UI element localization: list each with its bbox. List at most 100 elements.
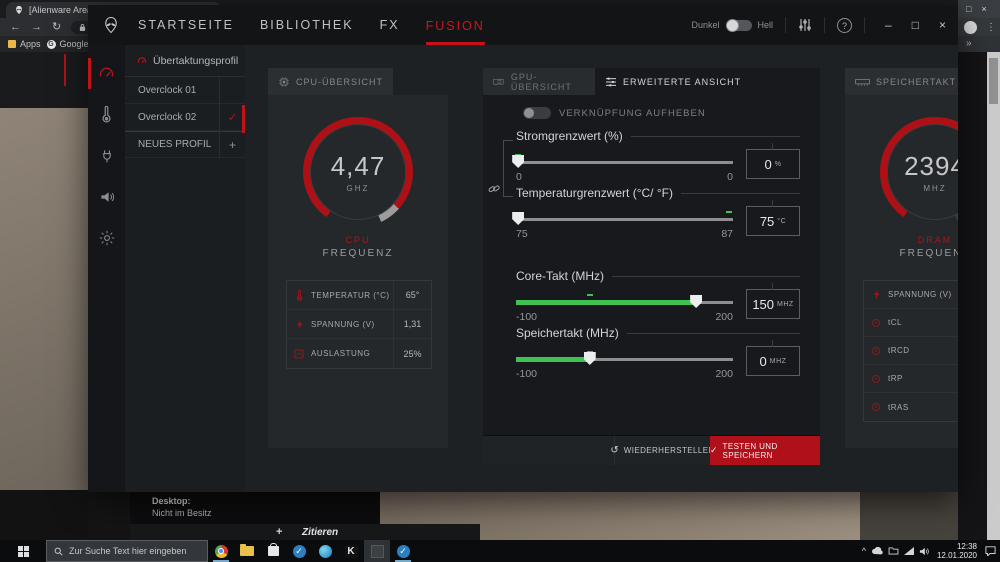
slider-handle[interactable] (512, 155, 524, 168)
close-button[interactable]: × (939, 18, 946, 32)
slider-value-box[interactable]: 150MHZ (746, 289, 800, 319)
slider-value: 0 (760, 354, 767, 369)
slider-handle[interactable] (584, 352, 596, 365)
taskbar-app-check[interactable]: ✓ (286, 540, 312, 562)
restore-button-behind[interactable]: □ (966, 4, 971, 14)
profile-overclock-02[interactable]: Overclock 02 ✓ (125, 104, 245, 131)
rail-power[interactable] (88, 135, 125, 176)
taskbar-chrome[interactable] (208, 540, 234, 562)
profile-overclock-01[interactable]: Overclock 01 (125, 77, 245, 104)
unlink-toggle[interactable] (523, 107, 551, 119)
unlink-toggle-knob[interactable] (524, 108, 534, 118)
gpu-overview-tab[interactable]: GPU-ÜBERSICHT (483, 68, 595, 95)
taskbar-app-check-2[interactable]: ✓ (390, 540, 416, 562)
bookmark-google[interactable]: G Google (47, 39, 89, 49)
taskbar-store[interactable] (260, 540, 286, 562)
forward-button[interactable]: → (31, 18, 42, 36)
rail-overclock[interactable] (88, 53, 125, 94)
minimize-button[interactable]: – (885, 18, 892, 32)
memory-clock-tab[interactable]: SPEICHERTAKT (845, 68, 958, 95)
page-image-left (0, 108, 88, 490)
theme-toggle-knob[interactable] (726, 19, 739, 32)
nav-bibliothek[interactable]: BIBLIOTHEK (260, 5, 354, 45)
profile-name: Overclock 01 (125, 85, 219, 96)
profiles-panel: Übertaktungsprofil Overclock 01 Overcloc… (125, 45, 245, 492)
onedrive-cloud-icon[interactable] (871, 547, 883, 555)
taskbar-k-app[interactable]: K (338, 540, 364, 562)
page-red-accent (64, 54, 66, 86)
profiles-header-label: Übertaktungsprofil (153, 55, 238, 67)
titlebar-right: Dunkel Hell ? – □ × (692, 17, 958, 33)
slider-value-box[interactable]: 0MHZ (746, 346, 800, 376)
slider-trackzone[interactable] (516, 352, 733, 366)
window-controls-behind: □ × (958, 0, 1000, 18)
volume-icon[interactable] (919, 547, 929, 556)
cite-button[interactable]: Zitieren (302, 527, 338, 538)
nav-fusion[interactable]: FUSION (426, 5, 485, 45)
restore-button[interactable]: ↺ WIEDERHERSTELLEN (614, 436, 710, 465)
equalizer-icon[interactable] (798, 18, 812, 32)
slider-track[interactable] (516, 218, 733, 221)
scrollbar-track[interactable] (987, 52, 1000, 540)
taskbar-edge[interactable] (312, 540, 338, 562)
slider-handle[interactable] (690, 295, 702, 308)
taskbar-awcc[interactable] (364, 540, 390, 562)
test-and-save-button[interactable]: ✓ TESTEN UND SPEICHERN (710, 436, 820, 465)
slider-track[interactable] (516, 301, 733, 304)
taskbar-search[interactable]: Zur Suche Text hier eingeben (46, 540, 208, 562)
slider-min: 75 (516, 228, 528, 240)
slider-track[interactable] (516, 358, 733, 361)
theme-toggle[interactable] (726, 20, 752, 31)
bookmark-apps[interactable]: Apps (8, 39, 41, 49)
k-app-icon: K (345, 545, 358, 558)
tray-chevron[interactable]: ^ (862, 546, 866, 556)
slider-min: 0 (516, 171, 522, 183)
slider-trackzone[interactable] (516, 295, 733, 309)
tray-folder-icon[interactable] (888, 547, 899, 555)
cpu-overview-tab[interactable]: CPU-ÜBERSICHT (268, 68, 393, 95)
panel-footer: ↺ WIEDERHERSTELLEN ✓ TESTEN UND SPEICHER… (483, 435, 820, 465)
memory-gauge-label: DRAM (845, 235, 958, 245)
nav-startseite[interactable]: STARTSEITE (138, 5, 234, 45)
advanced-view-tab[interactable]: ERWEITERTE ANSICHT (595, 68, 775, 95)
bookmarks-overflow-chevron[interactable]: » (958, 36, 1000, 52)
cpu-stat-voltage: SPANNUNG (V) 1,31 (287, 310, 431, 339)
slider-unit: °C (777, 218, 786, 225)
add-profile-button[interactable]: + (229, 138, 236, 152)
rail-audio[interactable] (88, 176, 125, 217)
expand-post-button[interactable]: + (276, 526, 282, 538)
clock-time: 12:38 (937, 542, 977, 551)
memory-stat-voltage: SPANNUNG (V) (864, 281, 958, 309)
slider-trackzone[interactable] (516, 212, 733, 226)
slider-handle[interactable] (512, 212, 524, 225)
slider-label: Stromgrenzwert (%) (516, 129, 623, 143)
taskbar-clock[interactable]: 12:38 12.01.2020 (934, 542, 980, 560)
start-button[interactable] (0, 540, 46, 562)
alienware-logo-icon (102, 16, 120, 34)
maximize-button[interactable]: □ (912, 18, 919, 32)
taskbar-explorer[interactable] (234, 540, 260, 562)
search-icon (54, 547, 63, 556)
slider-value-box[interactable]: 0% (746, 149, 800, 179)
browser-menu-icon[interactable]: ⋮ (986, 22, 996, 33)
slider-trackzone[interactable] (516, 155, 733, 169)
notification-center-icon[interactable] (985, 546, 996, 556)
reload-button[interactable]: ↻ (52, 18, 61, 36)
avatar[interactable] (964, 21, 977, 34)
stat-label: tRAS (888, 403, 958, 412)
network-icon[interactable] (904, 547, 914, 555)
window-controls: – □ × (885, 18, 946, 32)
rail-lighting[interactable] (88, 217, 125, 258)
slider-track[interactable] (516, 161, 733, 164)
rail-thermal[interactable] (88, 94, 125, 135)
new-profile-row[interactable]: NEUES PROFIL + (125, 131, 245, 158)
slider-value-box[interactable]: 75°C (746, 206, 800, 236)
help-button[interactable]: ? (837, 18, 852, 33)
scrollbar-thumb[interactable] (989, 58, 998, 104)
file-explorer-icon (240, 546, 254, 556)
back-button[interactable]: ← (10, 18, 21, 36)
blue-check-app-icon: ✓ (293, 545, 306, 558)
screen: [Alienware Area-51m] / ← → ↻ aw- Apps G … (0, 0, 1000, 562)
nav-fx[interactable]: FX (380, 5, 400, 45)
close-button-behind[interactable]: × (981, 4, 986, 14)
